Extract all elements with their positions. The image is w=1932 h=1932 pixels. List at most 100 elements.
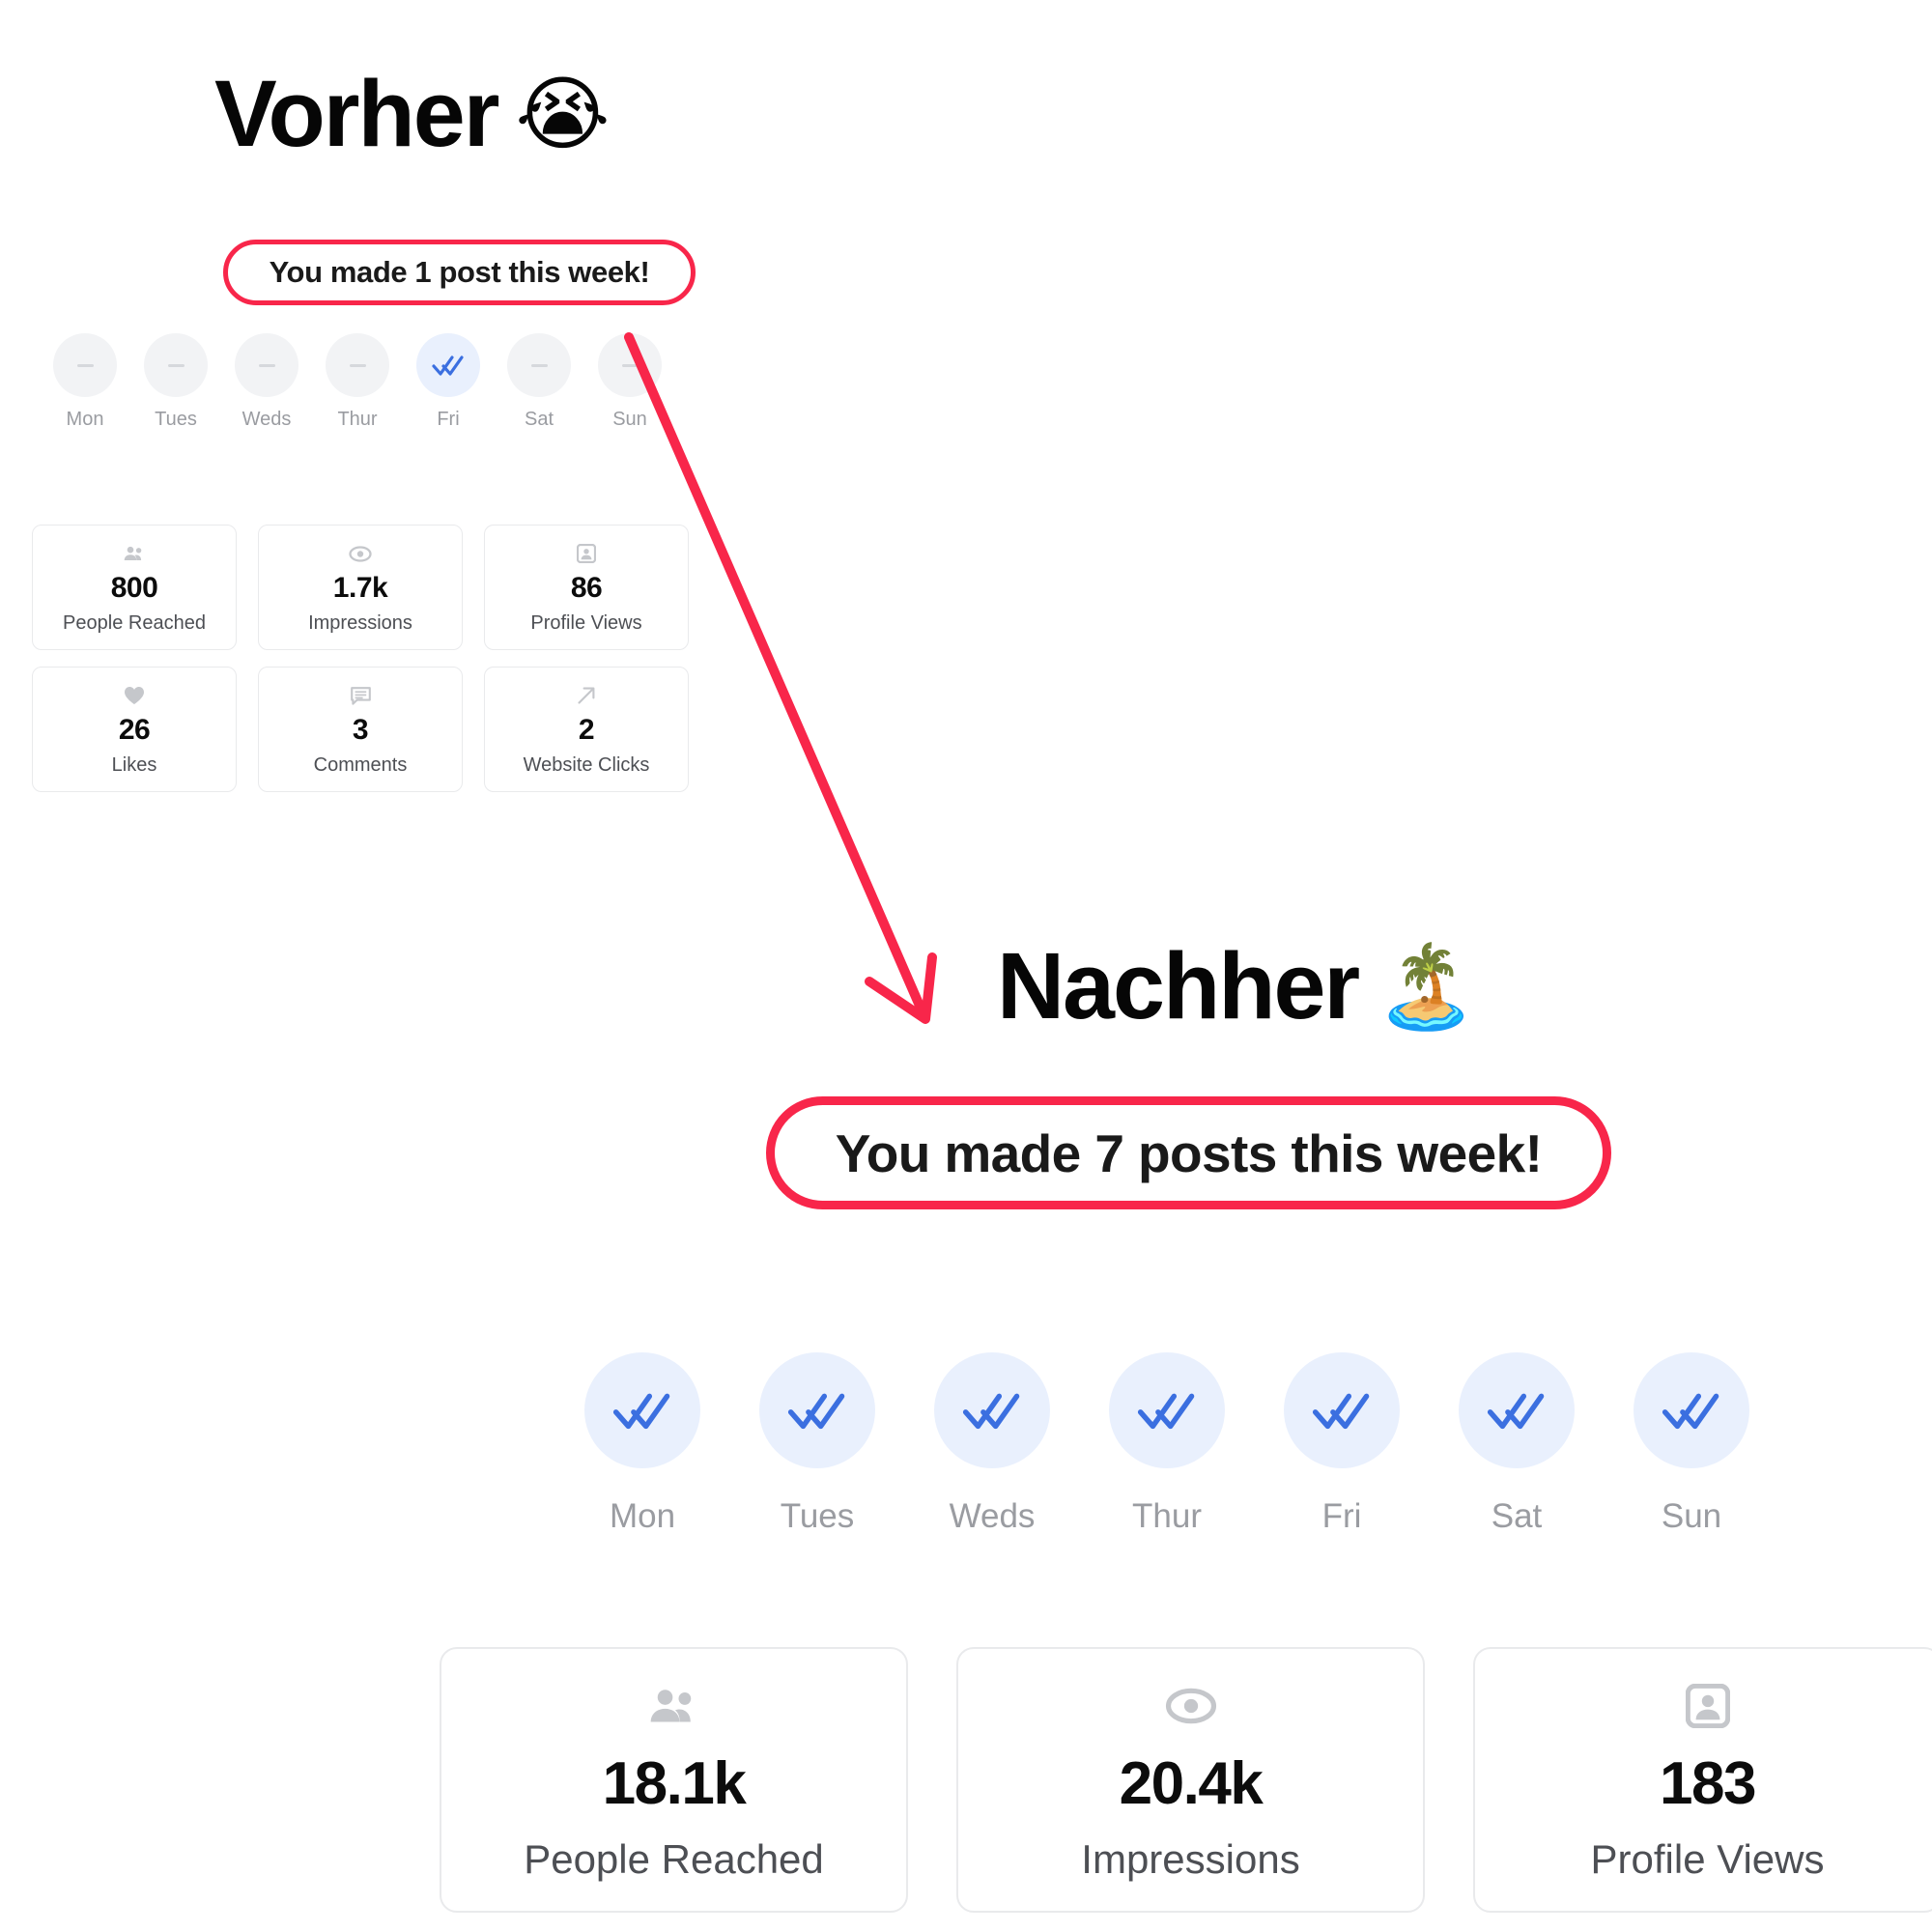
stat-label: People Reached xyxy=(63,612,206,634)
after-heading: Nachher 🏝️ xyxy=(997,932,1477,1040)
day-label: Tues xyxy=(780,1497,855,1535)
day-mon[interactable]: Mon xyxy=(53,333,117,431)
people-icon xyxy=(649,1681,699,1731)
dash-icon xyxy=(167,363,185,367)
stat-card-profile-views[interactable]: 86 Profile Views xyxy=(484,525,689,650)
after-post-count-text: You made 7 posts this week! xyxy=(835,1122,1543,1183)
day-status-circle xyxy=(416,333,480,397)
stat-value: 183 xyxy=(1660,1749,1756,1817)
eye-icon xyxy=(1165,1681,1217,1731)
before-post-count-banner: You made 1 post this week! xyxy=(223,240,696,305)
day-status-circle xyxy=(53,333,117,397)
day-status-circle xyxy=(144,333,208,397)
day-label: Thur xyxy=(1132,1497,1202,1535)
day-status-circle xyxy=(584,1352,700,1468)
heart-icon xyxy=(124,684,145,707)
after-post-count-banner: You made 7 posts this week! xyxy=(766,1096,1611,1209)
day-label: Fri xyxy=(1321,1497,1362,1535)
profile-icon xyxy=(577,542,596,565)
before-heading-text: Vorher xyxy=(214,61,499,166)
stat-card-profile-views[interactable]: 183 Profile Views xyxy=(1473,1647,1932,1913)
before-stat-cards: 800 People Reached 1.7k Impressions 86 P… xyxy=(32,525,689,792)
stat-label: Website Clicks xyxy=(523,754,650,776)
profile-icon xyxy=(1685,1681,1730,1731)
stat-label: Profile Views xyxy=(530,612,642,634)
day-label: Mon xyxy=(609,1497,676,1535)
after-week-strip: Mon Tues Weds Thur Fri Sat Sun xyxy=(584,1352,1749,1536)
day-status-circle xyxy=(1459,1352,1575,1468)
day-sun[interactable]: Sun xyxy=(1634,1352,1749,1536)
day-weds[interactable]: Weds xyxy=(934,1352,1050,1536)
day-thur[interactable]: Thur xyxy=(326,333,389,431)
stat-value: 26 xyxy=(118,714,151,746)
day-label: Mon xyxy=(66,409,104,430)
double-check-icon xyxy=(1487,1393,1545,1430)
double-check-icon xyxy=(612,1393,670,1430)
eye-icon xyxy=(349,542,372,565)
double-check-icon xyxy=(962,1393,1020,1430)
double-check-icon xyxy=(1312,1393,1370,1430)
stat-value: 3 xyxy=(352,714,369,746)
day-status-circle xyxy=(507,333,571,397)
double-check-icon xyxy=(432,355,464,376)
stat-label: Likes xyxy=(111,754,157,776)
day-label: Fri xyxy=(437,409,460,430)
day-fri[interactable]: Fri xyxy=(416,333,480,431)
day-status-circle xyxy=(759,1352,875,1468)
dash-icon xyxy=(76,363,94,367)
day-status-circle xyxy=(1634,1352,1749,1468)
stat-card-impressions[interactable]: 1.7k Impressions xyxy=(258,525,463,650)
day-sat[interactable]: Sat xyxy=(507,333,571,431)
day-status-circle xyxy=(598,333,662,397)
people-icon xyxy=(124,542,145,565)
day-label: Sat xyxy=(524,409,554,430)
desert-island-emoji: 🏝️ xyxy=(1376,939,1477,1034)
day-label: Weds xyxy=(242,409,292,430)
stat-label: Impressions xyxy=(308,612,412,634)
day-sun[interactable]: Sun xyxy=(598,333,662,431)
comment-icon xyxy=(350,684,371,707)
day-fri[interactable]: Fri xyxy=(1284,1352,1400,1536)
before-heading: Vorher 😭 xyxy=(214,60,611,168)
stat-card-comments[interactable]: 3 Comments xyxy=(258,667,463,792)
day-label: Sun xyxy=(612,409,647,430)
day-label: Sun xyxy=(1661,1497,1722,1535)
stat-value: 20.4k xyxy=(1119,1749,1264,1817)
double-check-icon xyxy=(1137,1393,1195,1430)
day-status-circle xyxy=(235,333,298,397)
day-weds[interactable]: Weds xyxy=(235,333,298,431)
day-status-circle xyxy=(934,1352,1050,1468)
stat-card-website-clicks[interactable]: 2 Website Clicks xyxy=(484,667,689,792)
stat-card-impressions[interactable]: 20.4k Impressions xyxy=(956,1647,1425,1913)
stat-card-people-reached[interactable]: 800 People Reached xyxy=(32,525,237,650)
dash-icon xyxy=(530,363,548,367)
day-label: Sat xyxy=(1491,1497,1543,1535)
stat-label: Profile Views xyxy=(1590,1835,1825,1882)
stat-card-people-reached[interactable]: 18.1k People Reached xyxy=(440,1647,908,1913)
double-check-icon xyxy=(787,1393,845,1430)
day-status-circle xyxy=(326,333,389,397)
day-thur[interactable]: Thur xyxy=(1109,1352,1225,1536)
day-tues[interactable]: Tues xyxy=(759,1352,875,1536)
comparison-canvas: Vorher 😭 You made 1 post this week! Mon … xyxy=(0,0,1932,1932)
day-label: Tues xyxy=(155,409,197,430)
stat-value: 800 xyxy=(110,572,158,604)
dash-icon xyxy=(349,363,366,367)
day-sat[interactable]: Sat xyxy=(1459,1352,1575,1536)
double-check-icon xyxy=(1662,1393,1719,1430)
stat-card-likes[interactable]: 26 Likes xyxy=(32,667,237,792)
dash-icon xyxy=(258,363,275,367)
stat-value: 86 xyxy=(570,572,603,604)
day-status-circle xyxy=(1109,1352,1225,1468)
stat-value: 18.1k xyxy=(602,1749,747,1817)
day-status-circle xyxy=(1284,1352,1400,1468)
day-label: Weds xyxy=(949,1497,1036,1535)
loudly-crying-face-emoji: 😭 xyxy=(515,67,611,161)
before-week-strip: Mon Tues Weds Thur Fri Sat Sun xyxy=(53,333,662,431)
day-tues[interactable]: Tues xyxy=(144,333,208,431)
stat-value: 1.7k xyxy=(332,572,388,604)
after-stat-cards: 18.1k People Reached 20.4k Impressions 1… xyxy=(440,1647,1932,1913)
stat-label: Impressions xyxy=(1081,1835,1300,1882)
day-mon[interactable]: Mon xyxy=(584,1352,700,1536)
dash-icon xyxy=(621,363,639,367)
